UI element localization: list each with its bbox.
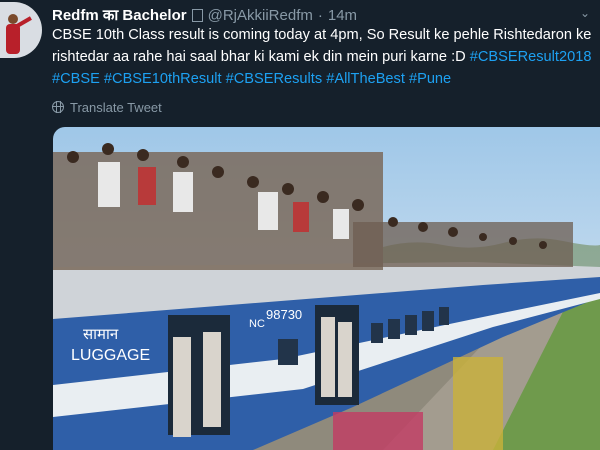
- chevron-down-icon[interactable]: ⌄: [580, 6, 590, 20]
- hashtag-link[interactable]: #CBSEResult2018: [470, 49, 592, 65]
- hashtag-link[interactable]: #CBSEResults: [226, 71, 323, 87]
- fence: [453, 357, 503, 450]
- hashtag-link[interactable]: #Pune: [409, 71, 451, 87]
- user-handle[interactable]: @RjAkkiiRedfm: [208, 7, 313, 24]
- avatar[interactable]: [0, 2, 42, 58]
- tweet-timestamp[interactable]: 14m: [328, 7, 357, 24]
- separator-dot: ·: [317, 6, 323, 24]
- translate-label: Translate Tweet: [70, 99, 162, 115]
- avatar-figure-body: [6, 24, 20, 54]
- translate-tweet-button[interactable]: Translate Tweet: [52, 97, 162, 117]
- colorful-cloth: [333, 412, 423, 450]
- coach-number: 98730: [266, 307, 302, 322]
- tweet-header: Redfm का Bachelor @RjAkkiiRedfm · 14m: [52, 4, 572, 26]
- coach-prefix: NC: [249, 318, 265, 330]
- display-name[interactable]: Redfm का Bachelor: [52, 5, 187, 25]
- hashtag-link[interactable]: #CBSE: [52, 71, 100, 87]
- coach-label-luggage: LUGGAGE: [71, 347, 150, 364]
- coach-label-hindi: सामान: [83, 325, 119, 343]
- tweet-text: CBSE 10th Class result is coming today a…: [52, 24, 597, 90]
- hashtag-link[interactable]: #AllTheBest: [326, 71, 405, 87]
- avatar-figure-arm: [16, 16, 32, 28]
- verified-badge-icon: [191, 8, 203, 22]
- hashtag-link[interactable]: #CBSE10thResult: [104, 71, 222, 87]
- tweet-media-image[interactable]: सामान LUGGAGE NC 98730: [53, 127, 600, 450]
- globe-icon: [52, 101, 64, 113]
